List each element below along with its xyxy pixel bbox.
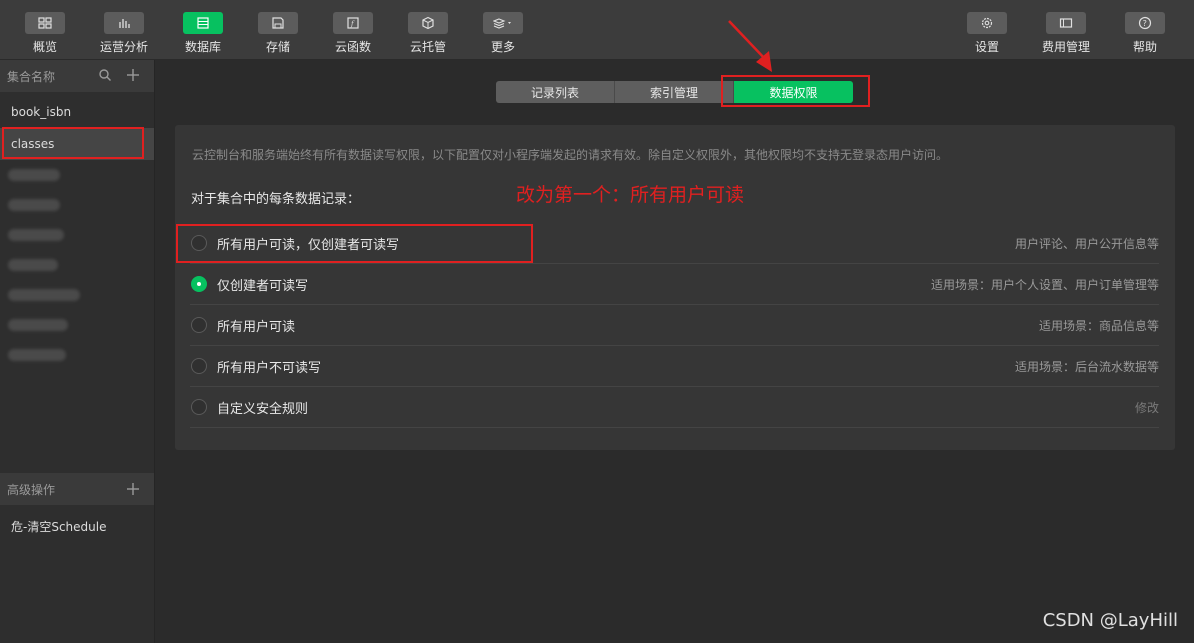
option-note: 适用场景：后台流水数据等 xyxy=(1014,359,1159,374)
toolbar-database-button[interactable]: 数据库 xyxy=(173,12,233,55)
toolbar-label: 数据库 xyxy=(184,40,221,54)
toolbar-cloud-function-button[interactable]: f 云函数 xyxy=(323,12,383,55)
toolbar-analytics-button[interactable]: 运营分析 xyxy=(94,12,154,55)
option-label: 所有用户可读 xyxy=(217,319,296,335)
blurred-collection-item[interactable] xyxy=(0,190,154,220)
layers-icon xyxy=(483,12,523,34)
redacted-text xyxy=(8,229,64,241)
blurred-collection-item[interactable] xyxy=(0,310,154,340)
advanced-operations-header: 高级操作 xyxy=(0,473,154,505)
toolbar-label: 费用管理 xyxy=(1041,40,1090,54)
radio-button[interactable] xyxy=(191,358,207,374)
toolbar-label: 更多 xyxy=(490,40,515,54)
toolbar-label: 云函数 xyxy=(334,40,371,54)
option-label: 自定义安全规则 xyxy=(217,401,309,417)
blurred-collection-item[interactable] xyxy=(0,160,154,190)
permission-option[interactable]: 所有用户可读 适用场景：商品信息等 xyxy=(190,305,1159,346)
advanced-operation-item[interactable]: 危-清空Schedule xyxy=(11,518,106,535)
advanced-header-label: 高级操作 xyxy=(7,482,56,497)
redacted-text xyxy=(8,349,66,361)
toolbar-label: 帮助 xyxy=(1132,40,1157,54)
redacted-text xyxy=(8,169,60,181)
watermark: CSDN @LayHill xyxy=(1042,610,1178,631)
cube-icon xyxy=(408,12,448,34)
svg-text:f: f xyxy=(350,20,355,28)
redacted-text xyxy=(8,199,60,211)
function-icon: f xyxy=(333,12,373,34)
tab-record-list[interactable]: 记录列表 xyxy=(496,81,615,103)
redacted-text xyxy=(8,259,58,271)
option-label: 仅创建者可读写 xyxy=(217,278,309,294)
radio-button[interactable] xyxy=(191,399,207,415)
annotation-box-first-option xyxy=(176,224,533,263)
blurred-collection-item[interactable] xyxy=(0,220,154,250)
toolbar-overview-button[interactable]: 概览 xyxy=(15,12,75,55)
blurred-collection-item[interactable] xyxy=(0,340,154,370)
svg-text:?: ? xyxy=(1143,19,1147,28)
blurred-collection-item[interactable] xyxy=(0,250,154,280)
add-collection-icon[interactable] xyxy=(126,68,140,85)
toolbar-label: 云托管 xyxy=(409,40,446,54)
top-toolbar: 概览 运营分析 数据库 存储 f 云函数 云托管 更多 设置 费用管理 ? 帮助 xyxy=(0,0,1194,60)
option-label: 所有用户不可读写 xyxy=(217,360,322,376)
section-label: 对于集合中的每条数据记录： xyxy=(191,192,361,207)
bar-chart-icon xyxy=(104,12,144,34)
toolbar-billing-button[interactable]: 费用管理 xyxy=(1036,12,1096,55)
help-icon: ? xyxy=(1125,12,1165,34)
save-icon xyxy=(258,12,298,34)
annotation-box-permissions-tab xyxy=(721,75,870,107)
database-icon xyxy=(183,12,223,34)
toolbar-settings-button[interactable]: 设置 xyxy=(957,12,1017,55)
option-note: 适用场景：商品信息等 xyxy=(1038,318,1159,333)
radio-button-checked[interactable] xyxy=(191,276,207,292)
grid-icon xyxy=(25,12,65,34)
toolbar-help-button[interactable]: ? 帮助 xyxy=(1115,12,1175,55)
toolbar-storage-button[interactable]: 存储 xyxy=(248,12,308,55)
permission-option[interactable]: 自定义安全规则 修改 xyxy=(190,387,1159,428)
gear-icon xyxy=(967,12,1007,34)
collection-header-label: 集合名称 xyxy=(7,69,56,84)
permission-option[interactable]: 仅创建者可读写 适用场景：用户个人设置、用户订单管理等 xyxy=(190,264,1159,305)
permission-option[interactable]: 所有用户不可读写 适用场景：后台流水数据等 xyxy=(190,346,1159,387)
toolbar-cloud-hosting-button[interactable]: 云托管 xyxy=(398,12,458,55)
annotation-text: 改为第一个：所有用户可读 xyxy=(516,184,745,206)
blurred-collection-item[interactable] xyxy=(0,280,154,310)
edit-link[interactable]: 修改 xyxy=(1135,399,1159,416)
permissions-panel: 云控制台和服务端始终有所有数据读写权限，以下配置仅对小程序端发起的请求有效。除自… xyxy=(175,125,1175,450)
toolbar-label: 设置 xyxy=(974,40,999,54)
collection-item-book-isbn[interactable]: book_isbn xyxy=(0,96,154,128)
billing-icon xyxy=(1046,12,1086,34)
option-note: 用户评论、用户公开信息等 xyxy=(1014,236,1159,251)
toolbar-label: 概览 xyxy=(32,40,57,54)
toolbar-more-button[interactable]: 更多 xyxy=(473,12,533,55)
annotation-arrow-icon xyxy=(728,20,772,72)
redacted-text xyxy=(8,289,80,301)
radio-button[interactable] xyxy=(191,317,207,333)
redacted-text xyxy=(8,319,68,331)
permissions-hint: 云控制台和服务端始终有所有数据读写权限，以下配置仅对小程序端发起的请求有效。除自… xyxy=(192,148,949,162)
tab-index-management[interactable]: 索引管理 xyxy=(615,81,734,103)
option-note: 适用场景：用户个人设置、用户订单管理等 xyxy=(930,277,1159,292)
search-icon[interactable] xyxy=(98,68,112,85)
annotation-box-classes xyxy=(2,127,144,159)
toolbar-label: 存储 xyxy=(265,40,290,54)
collection-list-header: 集合名称 xyxy=(0,60,154,92)
toolbar-label: 运营分析 xyxy=(99,40,148,54)
